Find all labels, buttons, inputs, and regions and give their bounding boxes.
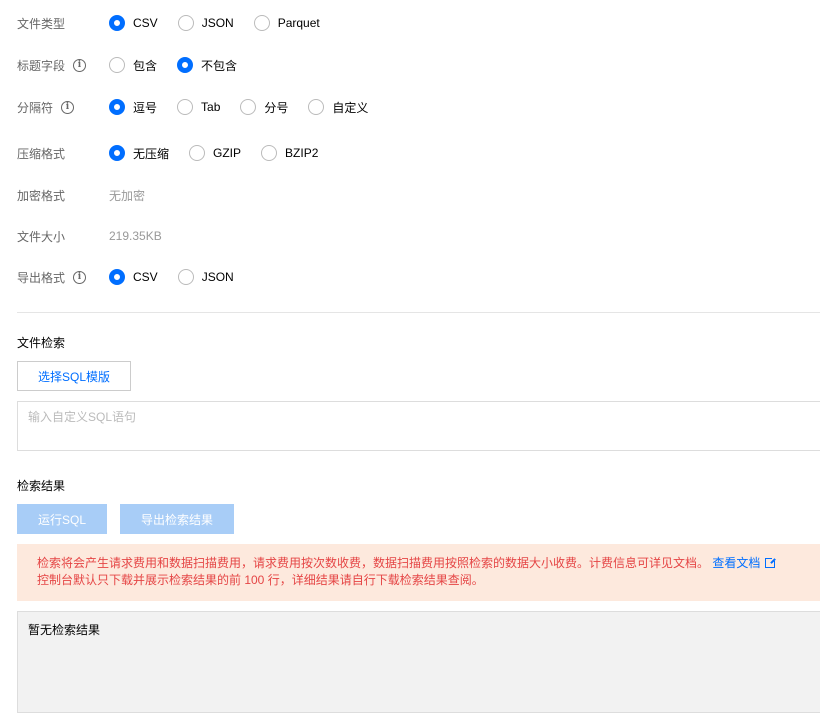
- radio-unchecked-icon[interactable]: [177, 269, 194, 285]
- header-field-option-include[interactable]: 包含: [109, 57, 157, 74]
- notice-line2: 控制台默认只下载并展示检索结果的前 100 行，详细结果请自行下载检索结果查阅。: [37, 573, 484, 587]
- file-type-row: 文件类型 CSV JSON Parquet: [17, 13, 340, 33]
- header-field-label: 标题字段: [17, 58, 66, 73]
- export-format-option-csv[interactable]: CSV: [109, 269, 158, 285]
- radio-checked-icon[interactable]: [109, 99, 125, 115]
- encryption-value: 无加密: [109, 188, 146, 203]
- radio-checked-icon[interactable]: [109, 145, 125, 161]
- compression-option-bzip2[interactable]: BZIP2: [261, 145, 318, 161]
- delimiter-option-comma[interactable]: 逗号: [109, 99, 157, 116]
- encryption-row: 加密格式 无加密: [17, 185, 145, 205]
- file-size-label: 文件大小: [17, 229, 66, 244]
- header-field-option-exclude[interactable]: 不包含: [177, 57, 237, 74]
- radio-unchecked-icon[interactable]: [261, 145, 278, 161]
- search-results-title: 检索结果: [17, 479, 66, 493]
- radio-unchecked-icon[interactable]: [177, 15, 194, 31]
- compression-option-gzip[interactable]: GZIP: [189, 145, 241, 161]
- radio-unchecked-icon[interactable]: [177, 99, 194, 115]
- run-sql-button[interactable]: 运行SQL: [17, 504, 107, 534]
- info-icon[interactable]: i: [61, 100, 75, 114]
- file-type-option-parquet[interactable]: Parquet: [253, 15, 320, 31]
- file-type-option-csv[interactable]: CSV: [109, 15, 158, 31]
- view-docs-link[interactable]: 查看文档: [712, 556, 778, 570]
- billing-notice: 检索将会产生请求费用和数据扫描费用，请求费用按次数收费，数据扫描费用按照检索的数…: [17, 544, 820, 601]
- export-format-label: 导出格式: [17, 270, 66, 285]
- compression-option-none[interactable]: 无压缩: [109, 145, 169, 162]
- external-link-icon[interactable]: [765, 556, 778, 568]
- radio-unchecked-icon[interactable]: [253, 15, 270, 31]
- compression-row: 压缩格式 无压缩 GZIP BZIP2: [17, 143, 338, 163]
- select-sql-template-button[interactable]: 选择SQL模版: [17, 361, 131, 391]
- radio-unchecked-icon[interactable]: [189, 145, 206, 161]
- file-type-label: 文件类型: [17, 16, 66, 31]
- file-size-row: 文件大小 219.35KB: [17, 226, 162, 246]
- export-format-row: 导出格式 i CSV JSON: [17, 267, 254, 287]
- notice-line1: 检索将会产生请求费用和数据扫描费用，请求费用按次数收费，数据扫描费用按照检索的数…: [37, 556, 710, 570]
- delimiter-option-semicolon[interactable]: 分号: [240, 99, 288, 116]
- file-type-option-json[interactable]: JSON: [177, 15, 234, 31]
- file-search-title: 文件检索: [17, 336, 66, 350]
- empty-results-text: 暂无检索结果: [28, 623, 101, 637]
- delimiter-option-custom[interactable]: 自定义: [308, 99, 368, 116]
- radio-checked-icon[interactable]: [177, 57, 194, 73]
- radio-unchecked-icon[interactable]: [109, 57, 125, 73]
- delimiter-label: 分隔符: [17, 100, 54, 115]
- radio-unchecked-icon[interactable]: [308, 99, 325, 115]
- export-results-button[interactable]: 导出检索结果: [120, 504, 234, 534]
- export-format-option-json[interactable]: JSON: [177, 269, 234, 285]
- info-icon[interactable]: i: [73, 270, 87, 284]
- encryption-label: 加密格式: [17, 188, 66, 203]
- info-icon[interactable]: i: [73, 58, 87, 72]
- radio-checked-icon[interactable]: [109, 269, 125, 285]
- file-size-value: 219.35KB: [109, 229, 162, 243]
- radio-checked-icon[interactable]: [109, 15, 125, 31]
- compression-label: 压缩格式: [17, 146, 66, 161]
- header-field-row: 标题字段 i 包含 不包含: [17, 55, 257, 75]
- results-panel: 暂无检索结果: [17, 611, 820, 713]
- delimiter-row: 分隔符 i 逗号 Tab 分号 自定义: [17, 97, 388, 117]
- divider: [17, 312, 820, 313]
- radio-unchecked-icon[interactable]: [240, 99, 257, 115]
- delimiter-option-tab[interactable]: Tab: [177, 99, 220, 115]
- sql-input[interactable]: [17, 401, 820, 451]
